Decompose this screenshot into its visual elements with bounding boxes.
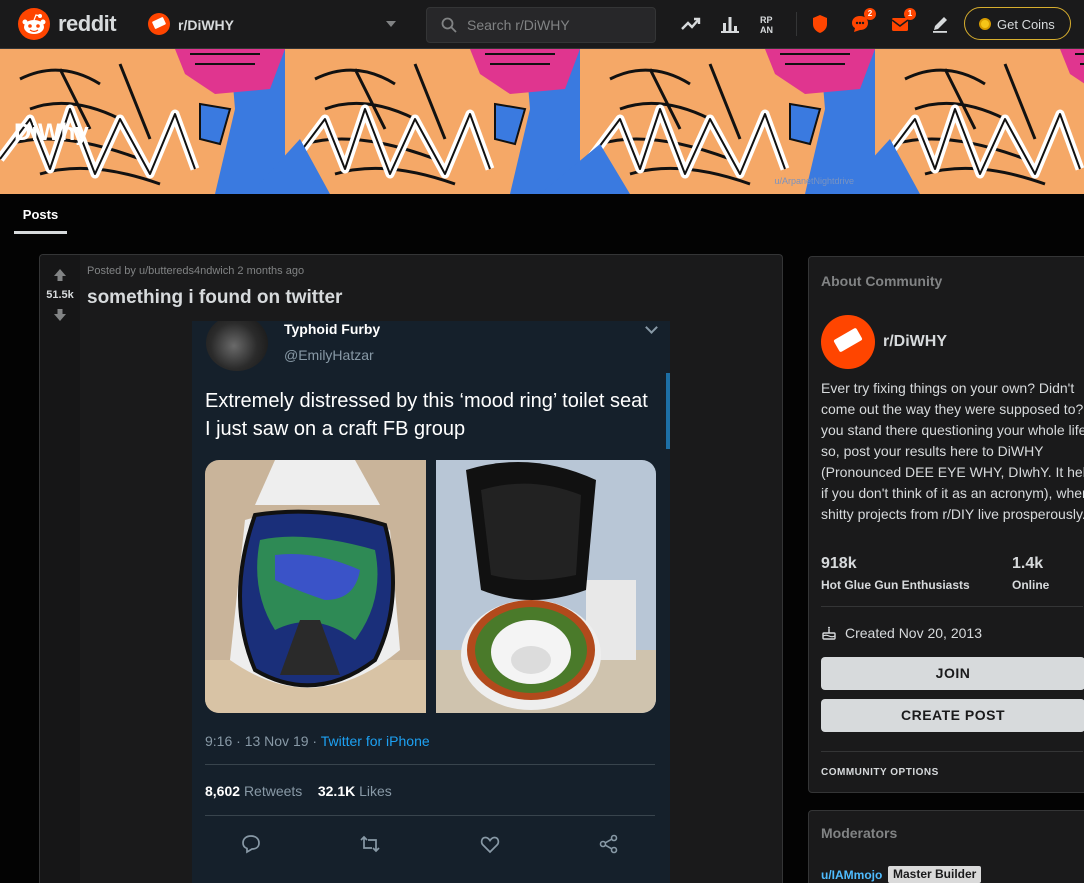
moderators-title: Moderators bbox=[821, 825, 898, 841]
popular-chart-icon[interactable] bbox=[718, 12, 742, 36]
get-coins-button[interactable]: Get Coins bbox=[964, 7, 1071, 40]
about-community-header: About Community bbox=[809, 257, 1084, 303]
pencil-icon[interactable] bbox=[928, 12, 952, 36]
reddit-logo-icon[interactable] bbox=[18, 8, 50, 40]
community-description: Ever try fixing things on your own? Didn… bbox=[821, 380, 1084, 522]
moderator-link[interactable]: u/IAMmojo bbox=[821, 868, 882, 882]
tweet-text: Extremely distressed by this ‘mood ring’… bbox=[205, 390, 648, 440]
rpan-icon[interactable]: RP AN bbox=[757, 12, 781, 36]
upvote-arrow-icon[interactable] bbox=[52, 267, 68, 283]
online-count: 1.4k bbox=[1012, 555, 1044, 572]
vote-column: 51.5k bbox=[40, 255, 80, 883]
community-banner: DiWhy u/ArpanetNightdrive bbox=[0, 49, 1084, 194]
toilet-seat-open-photo bbox=[436, 460, 656, 713]
post-title[interactable]: something i found on twitter bbox=[87, 287, 342, 309]
post-meta: Posted by u/buttereds4ndwich 2 months ag… bbox=[87, 265, 305, 277]
member-count: 918k bbox=[821, 555, 857, 572]
tweet-time-text: 9:16 · 13 Nov 19 · bbox=[205, 733, 321, 749]
like-count: 32.1K bbox=[317, 783, 356, 799]
inbox-button[interactable]: 1 bbox=[888, 8, 916, 36]
coin-icon bbox=[979, 18, 991, 30]
top-navbar: reddit r/DiWHY RP AN 2 bbox=[0, 0, 1084, 49]
retweets-label: Retweets bbox=[243, 783, 303, 799]
post-image-tweet[interactable]: Typhoid Furby @EmilyHatzar Extremely dis… bbox=[192, 321, 670, 883]
banner-artwork bbox=[0, 49, 1084, 194]
about-community-card: About Community r/DiWHY Ever try fixing … bbox=[808, 256, 1084, 793]
svg-text:RP: RP bbox=[760, 15, 773, 25]
header-divider bbox=[796, 12, 797, 36]
retweet-icon bbox=[360, 835, 380, 853]
community-options-toggle[interactable]: COMMUNITY OPTIONS bbox=[821, 767, 939, 778]
community-name[interactable]: r/DiWHY bbox=[883, 333, 947, 351]
community-switcher-label: r/DiWHY bbox=[178, 17, 234, 33]
reddit-wordmark[interactable]: reddit bbox=[58, 11, 117, 37]
online-label: Online bbox=[1012, 578, 1050, 592]
tweet-divider bbox=[205, 764, 655, 765]
tweet-timestamp: 9:16 · 13 Nov 19 · Twitter for iPhone bbox=[205, 733, 430, 749]
cake-icon bbox=[822, 626, 836, 640]
member-label: Hot Glue Gun Enthusiasts bbox=[821, 578, 970, 592]
chevron-down-icon bbox=[645, 321, 658, 334]
post-card[interactable]: 51.5k Posted by u/buttereds4ndwich 2 mon… bbox=[39, 254, 783, 883]
search-box[interactable] bbox=[426, 7, 656, 43]
retweet-count: 8,602 bbox=[205, 783, 241, 799]
trending-icon[interactable] bbox=[679, 12, 703, 36]
about-community-title: About Community bbox=[821, 273, 943, 289]
downvote-arrow-icon[interactable] bbox=[52, 307, 68, 323]
banner-credit: u/ArpanetNightdrive bbox=[774, 176, 854, 186]
heart-icon bbox=[480, 836, 500, 854]
search-icon bbox=[441, 17, 457, 33]
community-icon bbox=[148, 13, 170, 35]
tweet-scroll-indicator bbox=[666, 373, 670, 449]
created-date: Created Nov 20, 2013 bbox=[845, 625, 982, 641]
about-divider bbox=[821, 751, 1083, 752]
join-button[interactable]: JOIN bbox=[821, 657, 1084, 690]
banner-title: DiWhy bbox=[14, 119, 89, 146]
tab-posts-label: Posts bbox=[22, 207, 59, 222]
community-avatar bbox=[821, 315, 875, 369]
get-coins-label: Get Coins bbox=[997, 17, 1055, 32]
inbox-badge: 1 bbox=[904, 8, 916, 20]
svg-text:AN: AN bbox=[760, 25, 773, 35]
chat-button[interactable]: 2 bbox=[848, 8, 876, 36]
about-divider bbox=[821, 606, 1083, 607]
likes-label: Likes bbox=[359, 783, 392, 799]
chat-badge: 2 bbox=[864, 8, 876, 20]
search-input[interactable] bbox=[467, 16, 647, 34]
create-post-button[interactable]: CREATE POST bbox=[821, 699, 1084, 732]
tweet-source-link: Twitter for iPhone bbox=[320, 733, 430, 749]
share-icon bbox=[599, 834, 618, 854]
chevron-down-icon bbox=[386, 21, 396, 27]
tweet-author-handle: @EmilyHatzar bbox=[284, 347, 374, 363]
tab-posts[interactable]: Posts bbox=[14, 194, 67, 234]
tweet-author-name: Typhoid Furby bbox=[284, 321, 381, 337]
tweet-avatar bbox=[206, 321, 268, 371]
moderator-flair: Master Builder bbox=[888, 866, 982, 883]
tweet-divider bbox=[205, 815, 655, 816]
toilet-seat-closed-photo bbox=[205, 460, 426, 713]
community-tabs: Posts bbox=[0, 194, 1084, 234]
shield-icon[interactable] bbox=[808, 12, 832, 36]
vote-count: 51.5k bbox=[46, 289, 74, 301]
community-switcher[interactable]: r/DiWHY bbox=[140, 6, 404, 42]
moderators-card: Moderators u/IAMmojo Master Builder bbox=[808, 810, 1084, 883]
reply-icon bbox=[242, 835, 260, 854]
tweet-stats: 8,602 Retweets 32.1K Likes bbox=[205, 783, 392, 799]
